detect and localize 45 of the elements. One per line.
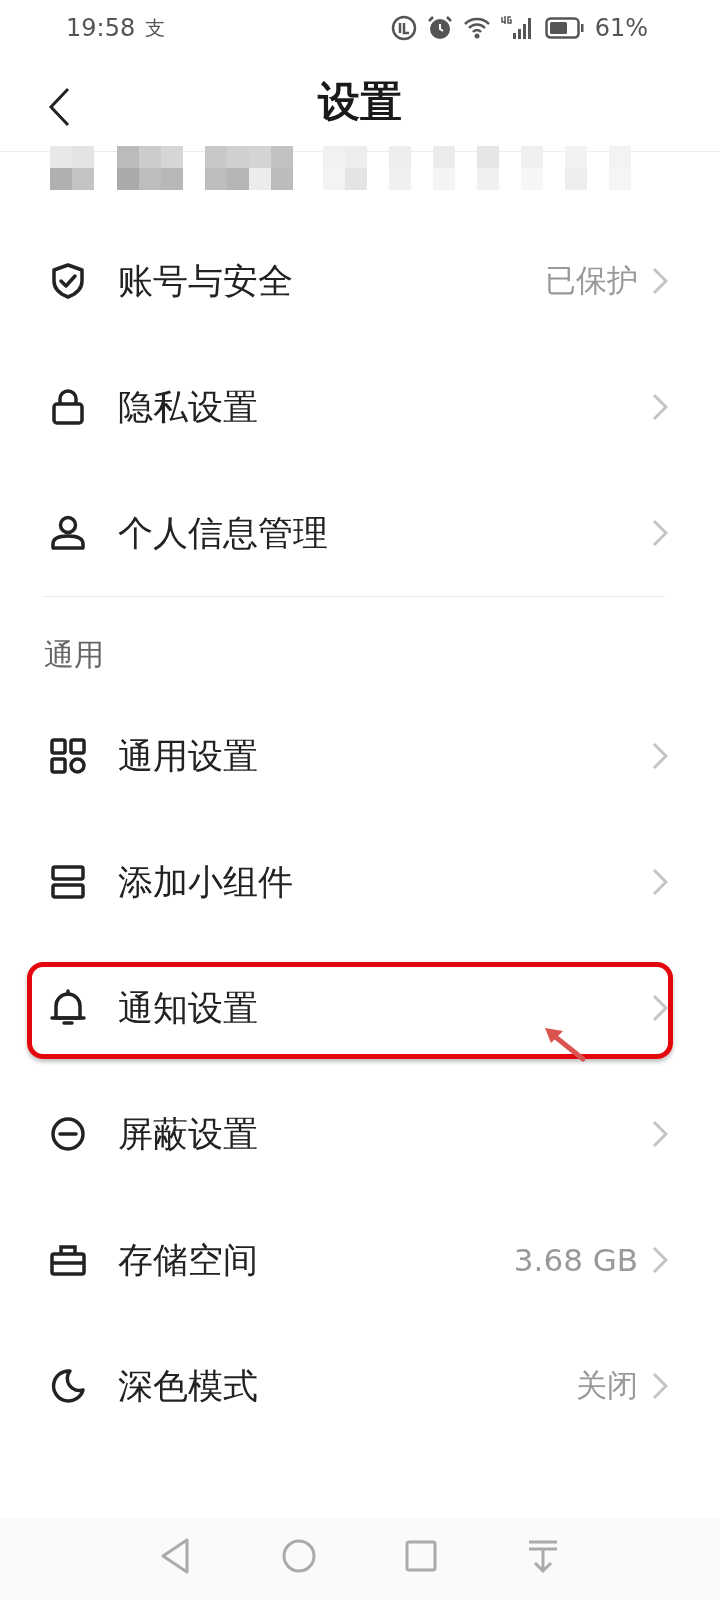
- chevron-right-icon: [652, 267, 668, 295]
- clock-time: 19:58: [66, 14, 136, 42]
- settings-item[interactable]: 账号与安全 已保护: [0, 218, 720, 344]
- minus-circle-icon: [48, 1114, 88, 1154]
- alarm-icon: [426, 15, 453, 41]
- settings-item[interactable]: 添加小组件: [0, 819, 720, 945]
- chevron-right-icon: [652, 1246, 668, 1274]
- chevron-right-icon: [652, 1372, 668, 1400]
- chevron-right-icon: [652, 1120, 668, 1148]
- wifi-icon: [462, 16, 491, 40]
- item-label: 屏蔽设置: [118, 1112, 258, 1156]
- settings-item[interactable]: 深色模式 关闭: [0, 1323, 720, 1449]
- settings-item[interactable]: 通用设置: [0, 693, 720, 819]
- settings-item[interactable]: 存储空间 3.68 GB: [0, 1197, 720, 1323]
- item-value: 已保护: [545, 261, 638, 300]
- chevron-right-icon: [652, 393, 668, 421]
- item-label: 添加小组件: [118, 860, 293, 904]
- chevron-right-icon: [652, 742, 668, 770]
- settings-item[interactable]: 屏蔽设置: [0, 1071, 720, 1197]
- section-header: 通用: [44, 636, 104, 674]
- battery-icon: [544, 17, 585, 39]
- app-notification-icon: 支: [145, 14, 166, 42]
- item-label: 通知设置: [118, 986, 258, 1030]
- item-label: 隐私设置: [118, 385, 258, 429]
- item-label: 个人信息管理: [118, 511, 328, 555]
- grid-icon: [48, 736, 88, 776]
- data-saver-icon: [390, 15, 417, 41]
- settings-item[interactable]: 通知设置: [0, 945, 720, 1071]
- settings-item[interactable]: 个人信息管理: [0, 470, 720, 596]
- annotation-arrow: [543, 1025, 587, 1063]
- battery-percent: 61%: [594, 14, 648, 42]
- page-title: 设置: [318, 76, 402, 128]
- person-icon: [48, 513, 88, 553]
- item-value: 关闭: [576, 1366, 638, 1405]
- item-label: 通用设置: [118, 734, 258, 778]
- item-label: 存储空间: [118, 1238, 258, 1282]
- item-label: 深色模式: [118, 1364, 258, 1408]
- chevron-right-icon: [652, 519, 668, 547]
- chevron-right-icon: [652, 868, 668, 896]
- item-value: 3.68 GB: [513, 1242, 638, 1278]
- chevron-right-icon: [652, 994, 668, 1022]
- item-label: 账号与安全: [118, 259, 293, 303]
- bell-icon: [48, 988, 88, 1028]
- settings-item[interactable]: 隐私设置: [0, 344, 720, 470]
- widget-icon: [48, 862, 88, 902]
